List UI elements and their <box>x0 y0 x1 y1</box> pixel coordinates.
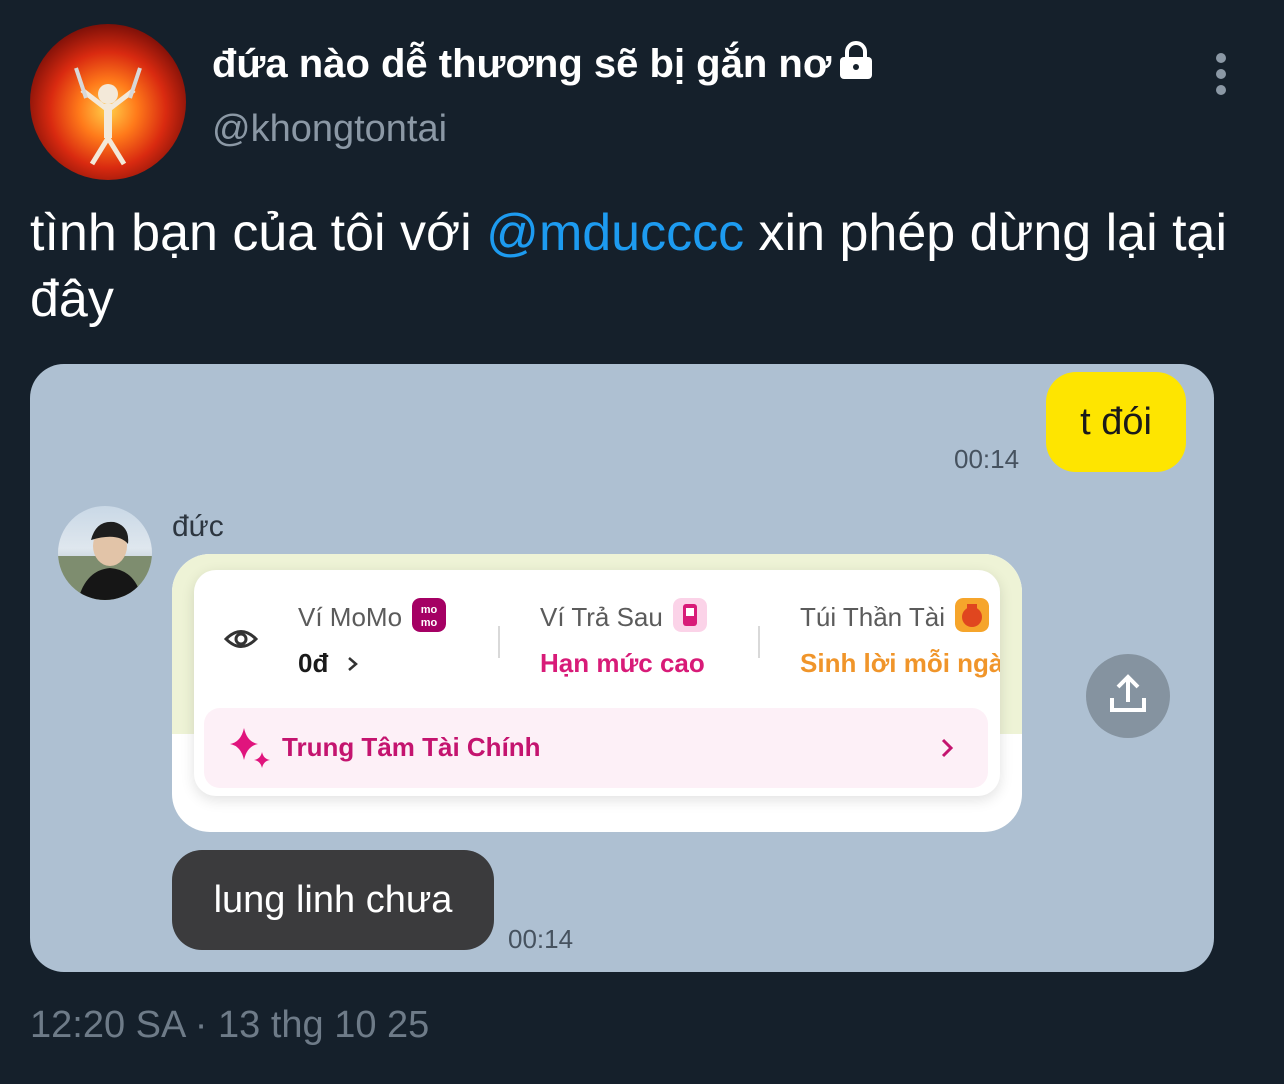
share-icon <box>1110 674 1146 712</box>
friend-avatar <box>58 506 152 600</box>
my-message-bubble: t đói <box>1046 372 1186 472</box>
paylater-label: Ví Trả Sau <box>540 598 707 633</box>
svg-text:mo: mo <box>421 604 438 616</box>
eye-icon <box>224 630 258 648</box>
momo-balance-value: 0đ <box>298 648 329 678</box>
column-divider <box>498 626 500 658</box>
more-vertical-icon[interactable] <box>1208 52 1234 96</box>
friend-message-time: 00:14 <box>508 924 574 954</box>
tweet-timestamp[interactable]: 12:20 SA · 13 thg 10 25 <box>30 1004 429 1047</box>
momo-screenshot[interactable]: Ví MoMo mo mo 0đ Ví Trả Sau Hạn mức cao … <box>172 554 1022 832</box>
display-name-text: đứa nào dễ thương sẽ bị gắn nơ <box>212 42 832 86</box>
skeleton-avatar-art <box>74 67 142 166</box>
friend-message-bubble: lung linh chưa <box>172 850 494 950</box>
savings-bag-icon <box>955 598 990 632</box>
column-divider <box>758 626 760 658</box>
chevron-right-icon <box>941 738 954 758</box>
tweet-text: tình bạn của tôi với @mducccc xin phép d… <box>30 200 1270 332</box>
wallet-card: Ví MoMo mo mo 0đ Ví Trả Sau Hạn mức cao … <box>194 570 1000 796</box>
paylater-icon <box>672 598 707 632</box>
tweet-media-image[interactable]: t đói 00:14 đức Ví MoMo mo mo 0đ Ví Trả … <box>30 364 1214 972</box>
author-handle[interactable]: @khongtontai <box>212 108 447 151</box>
author-display-name[interactable]: đứa nào dễ thương sẽ bị gắn nơ <box>212 40 875 87</box>
finance-center-row[interactable]: Trung Tâm Tài Chính <box>204 708 988 788</box>
savings-text: Túi Thần Tài <box>800 602 946 632</box>
friend-photo <box>58 521 152 600</box>
momo-balance[interactable]: 0đ <box>298 648 360 679</box>
chevron-right-icon <box>348 657 359 671</box>
svg-text:mo: mo <box>421 617 438 629</box>
my-message-time: 00:14 <box>954 444 1020 474</box>
tweet-text-before: tình bạn của tôi với <box>30 204 487 262</box>
momo-logo-icon: mo mo <box>412 598 447 632</box>
lock-icon <box>840 41 873 79</box>
sparkle-icon <box>230 728 270 768</box>
friend-name: đức <box>172 510 224 543</box>
paylater-text: Ví Trả Sau <box>540 602 663 632</box>
share-button[interactable] <box>1086 654 1170 738</box>
mention-link[interactable]: @mducccc <box>486 204 744 262</box>
paylater-value[interactable]: Hạn mức cao <box>540 648 705 679</box>
author-avatar[interactable] <box>30 24 186 180</box>
finance-center-label: Trung Tâm Tài Chính <box>282 732 541 762</box>
momo-wallet-text: Ví MoMo <box>298 602 403 632</box>
savings-label: Túi Thần Tài <box>800 598 990 633</box>
momo-wallet-label: Ví MoMo mo mo <box>298 598 447 633</box>
savings-value[interactable]: Sinh lời mỗi ngà <box>800 648 1000 679</box>
